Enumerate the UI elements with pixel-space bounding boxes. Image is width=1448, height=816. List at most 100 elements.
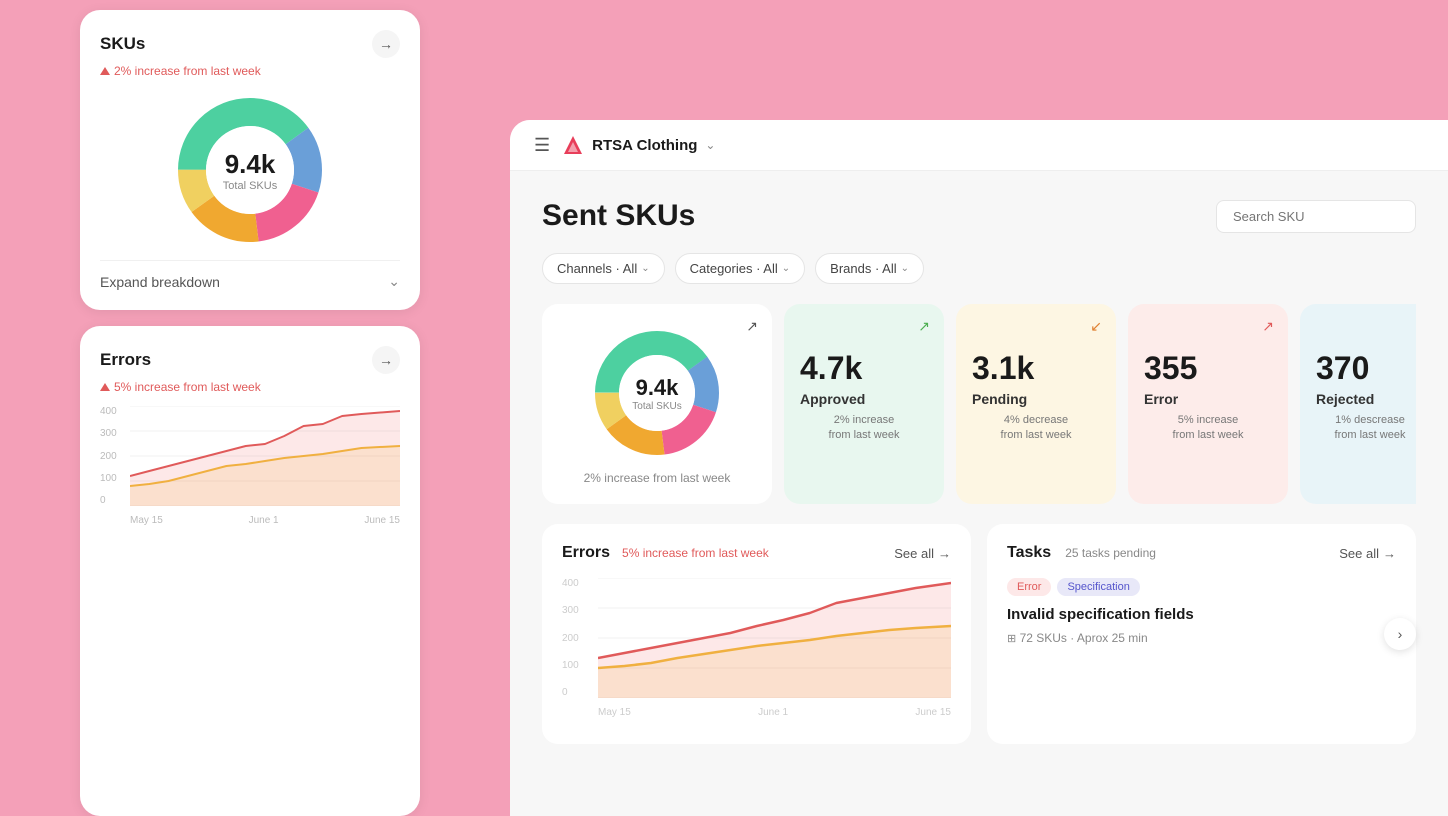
task-meta-text: 72 SKUs · Aprox 25 min — [1020, 631, 1148, 645]
filter-brands-chevron-icon: ⌄ — [901, 263, 909, 274]
errors-card: Errors → 5% increase from last week 400 … — [80, 326, 420, 816]
y-label-0: 0 — [100, 495, 117, 506]
sku-increase-badge: 2% increase from last week — [100, 64, 400, 78]
stat-error-name: Error — [1144, 391, 1272, 407]
stat-card-error: ↗ 355 Error 5% increasefrom last week — [1128, 304, 1288, 504]
stat-rejected-name: Rejected — [1316, 391, 1416, 407]
expand-breakdown-text: Expand breakdown — [100, 274, 220, 290]
stat-total-sub: 2% increase from last week — [584, 471, 731, 485]
filter-categories-chevron-icon: ⌄ — [782, 263, 790, 274]
sku-donut-label: Total SKUs — [223, 180, 277, 192]
sku-card-header: SKUs → — [100, 30, 400, 58]
brand-section: RTSA Clothing ⌄ — [562, 134, 715, 156]
sku-card-title: SKUs — [100, 34, 145, 54]
errors-chart-x-labels: May 15 June 1 June 15 — [130, 515, 400, 526]
stat-card-pending: ↙ 3.1k Pending 4% decreasefrom last week — [956, 304, 1116, 504]
errors-big-chart-x-labels: May 15 June 1 June 15 — [598, 707, 951, 718]
stat-error-sub: 5% increasefrom last week — [1144, 413, 1272, 444]
x-label-june15: June 15 — [364, 515, 400, 526]
stat-card-approved: ↗ 4.7k Approved 2% increasefrom last wee… — [784, 304, 944, 504]
big-y-200: 200 — [562, 633, 579, 644]
errors-section-title-group: Errors 5% increase from last week — [562, 544, 769, 562]
sku-donut-container: 9.4k Total SKUs — [100, 90, 400, 250]
filter-channels-chevron-icon: ⌄ — [641, 263, 649, 274]
stat-error-arrow-icon: ↗ — [1262, 318, 1274, 335]
tasks-section-header: Tasks 25 tasks pending See all → — [1007, 544, 1396, 562]
stat-pending-content: 3.1k Pending 4% decreasefrom last week — [972, 350, 1100, 444]
stat-rejected-value: 370 — [1316, 350, 1416, 387]
errors-section-badge-text: 5% increase from last week — [622, 546, 769, 560]
y-label-200: 200 — [100, 451, 117, 462]
task-title: Invalid specification fields — [1007, 606, 1396, 623]
sku-donut-chart: 9.4k Total SKUs — [170, 90, 330, 250]
errors-card-header: Errors → — [100, 346, 400, 374]
search-input[interactable] — [1216, 200, 1416, 233]
tasks-section: Tasks 25 tasks pending See all → Error S… — [987, 524, 1416, 744]
tasks-section-title-group: Tasks 25 tasks pending — [1007, 544, 1156, 562]
errors-section: Errors 5% increase from last week See al… — [542, 524, 971, 744]
stat-error-content: 355 Error 5% increasefrom last week — [1144, 350, 1272, 444]
expand-breakdown-button[interactable]: Expand breakdown ⌄ — [100, 260, 400, 290]
x-label-may15: May 15 — [130, 515, 163, 526]
sku-increase-text: 2% increase from last week — [114, 64, 261, 78]
brand-logo-svg — [562, 134, 584, 156]
filter-channels-button[interactable]: Channels · All ⌄ — [542, 253, 665, 284]
filter-channels-label: Channels · All — [557, 261, 637, 276]
tasks-section-title: Tasks — [1007, 544, 1051, 562]
errors-chart-svg-area — [130, 406, 400, 506]
big-y-0: 0 — [562, 687, 579, 698]
tasks-next-button[interactable]: › — [1384, 618, 1416, 650]
stat-error-value: 355 — [1144, 350, 1272, 387]
sku-donut-center: 9.4k Total SKUs — [223, 149, 277, 192]
stat-card-rejected: ↗ 370 Rejected 1% descreasefrom last wee… — [1300, 304, 1416, 504]
bottom-row: Errors 5% increase from last week See al… — [542, 524, 1416, 744]
brand-chevron-icon[interactable]: ⌄ — [705, 138, 715, 152]
tasks-section-badge: 25 tasks pending — [1065, 546, 1156, 560]
errors-section-badge: 5% increase from last week — [618, 546, 769, 560]
errors-increase-badge: 5% increase from last week — [100, 380, 400, 394]
brand-name-text: RTSA Clothing — [592, 137, 697, 154]
tasks-see-all-arrow-icon: → — [1383, 546, 1396, 561]
errors-big-chart-svg-container — [598, 578, 951, 698]
menu-icon[interactable]: ☰ — [534, 135, 550, 156]
errors-chart-area: 400 300 200 100 0 — [100, 406, 400, 526]
task-meta: ⊞ 72 SKUs · Aprox 25 min — [1007, 631, 1396, 645]
main-topbar: ☰ RTSA Clothing ⌄ — [510, 120, 1448, 171]
errors-see-all-button[interactable]: See all → — [894, 546, 951, 561]
page-header: Sent SKUs — [542, 199, 1416, 233]
big-y-400: 400 — [562, 578, 579, 589]
errors-chart-svg — [130, 406, 400, 506]
y-label-100: 100 — [100, 473, 117, 484]
task-meta-icon: ⊞ — [1007, 633, 1016, 645]
big-y-300: 300 — [562, 605, 579, 616]
stat-rejected-sub: 1% descreasefrom last week — [1316, 413, 1416, 444]
sku-arrow-button[interactable]: → — [372, 30, 400, 58]
errors-section-header: Errors 5% increase from last week See al… — [562, 544, 951, 562]
stat-approved-value: 4.7k — [800, 350, 928, 387]
errors-big-chart-area: 400 300 200 100 0 — [562, 578, 951, 718]
errors-arrow-button[interactable]: → — [372, 346, 400, 374]
tasks-see-all-text: See all — [1339, 546, 1379, 561]
stat-approved-arrow-icon: ↗ — [918, 318, 930, 335]
stat-donut-chart: 9.4k Total SKUs — [587, 323, 727, 463]
errors-chart-y-labels: 400 300 200 100 0 — [100, 406, 121, 506]
x-label-june1: June 1 — [249, 515, 279, 526]
filter-categories-button[interactable]: Categories · All ⌄ — [675, 253, 806, 284]
stat-pending-sub: 4% decreasefrom last week — [972, 413, 1100, 444]
stats-row: ↗ 9.4k Total SKUs — [542, 304, 1416, 504]
stat-donut-center: 9.4k Total SKUs — [632, 375, 681, 412]
main-content: Sent SKUs Channels · All ⌄ Categories · … — [510, 171, 1448, 814]
stat-pending-value: 3.1k — [972, 350, 1100, 387]
tasks-see-all-button[interactable]: See all → — [1339, 546, 1396, 561]
task-tags-row: Error Specification — [1007, 578, 1396, 596]
errors-triangle-icon — [100, 383, 110, 391]
sku-card: SKUs → 2% increase from last week — [80, 10, 420, 310]
y-label-400: 400 — [100, 406, 117, 417]
errors-big-chart-svg — [598, 578, 951, 698]
filter-brands-button[interactable]: Brands · All ⌄ — [815, 253, 924, 284]
stat-pending-name: Pending — [972, 391, 1100, 407]
errors-see-all-arrow-icon: → — [938, 546, 951, 561]
stat-donut-value: 9.4k — [636, 375, 679, 401]
stat-approved-name: Approved — [800, 391, 928, 407]
stat-total-arrow-icon: ↗ — [746, 318, 758, 335]
